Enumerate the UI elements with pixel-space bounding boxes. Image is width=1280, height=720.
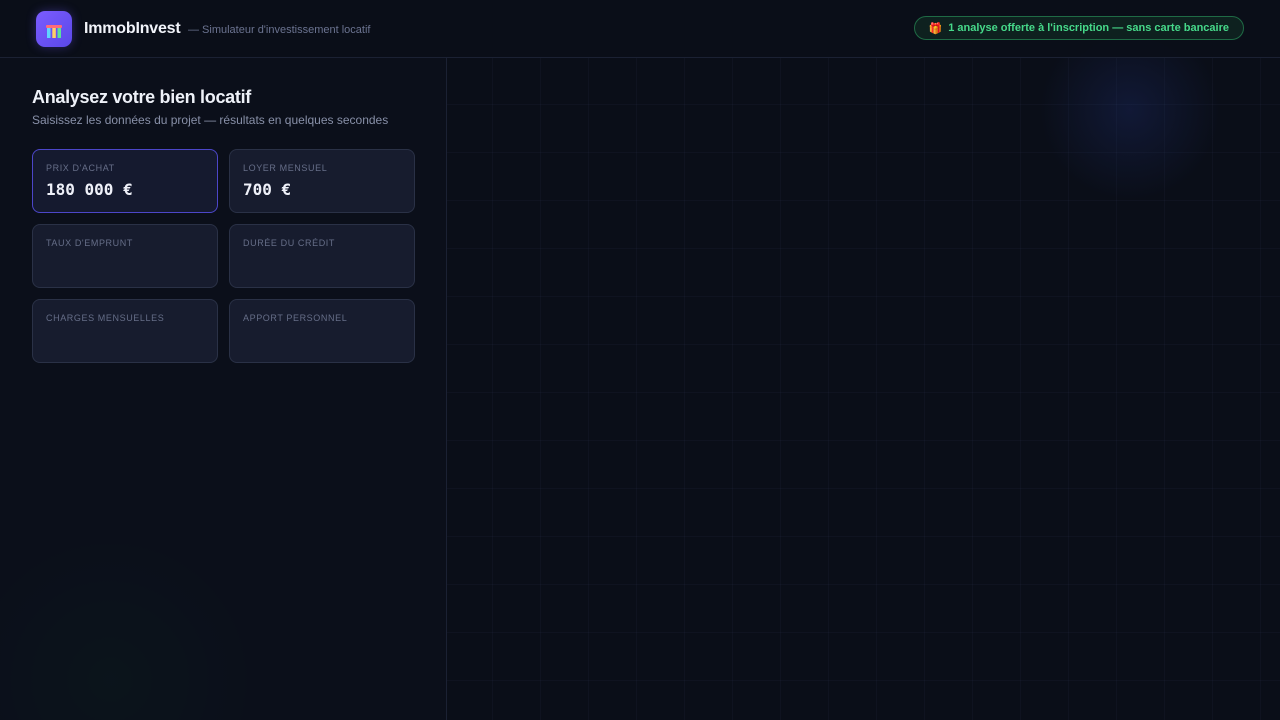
field-value: 700 € [243, 180, 292, 199]
field-value: 180 000 € [46, 180, 133, 199]
brand-name[interactable]: ImmobInvest [84, 20, 181, 38]
monthly-rent-field[interactable]: LOYER MENSUEL 700 € [229, 149, 415, 213]
personal-contribution-field[interactable]: APPORT PERSONNEL [229, 299, 415, 363]
loan-rate-field[interactable]: TAUX D'EMPRUNT [32, 224, 218, 288]
bar-chart-icon [46, 25, 62, 38]
field-label: DURÉE DU CRÉDIT [243, 238, 336, 248]
field-label: PRIX D'ACHAT [46, 163, 115, 173]
field-label: TAUX D'EMPRUNT [46, 238, 133, 248]
grid-background [447, 58, 1280, 720]
purchase-price-field[interactable]: PRIX D'ACHAT 180 000 € [32, 149, 218, 213]
page-subtitle: Saisissez les données du projet — résult… [32, 113, 389, 127]
logo-icon[interactable] [36, 11, 72, 47]
field-label: CHARGES MENSUELLES [46, 313, 165, 323]
top-bar: ImmobInvest — Simulateur d'investissemen… [0, 0, 1280, 58]
loan-duration-field[interactable]: DURÉE DU CRÉDIT [229, 224, 415, 288]
field-label: APPORT PERSONNEL [243, 313, 348, 323]
gift-icon: 🎁 [928, 22, 943, 35]
field-label: LOYER MENSUEL [243, 163, 328, 173]
page-title: Analysez votre bien locatif [32, 87, 251, 107]
input-panel: Analysez votre bien locatif Saisissez le… [0, 58, 447, 720]
monthly-charges-field[interactable]: CHARGES MENSUELLES [32, 299, 218, 363]
promo-badge[interactable]: 🎁 1 analyse offerte à l'inscription — sa… [913, 16, 1244, 40]
promo-text: 1 analyse offerte à l'inscription — sans… [948, 22, 1229, 34]
brand-tagline: — Simulateur d'investissement locatif [188, 24, 371, 36]
